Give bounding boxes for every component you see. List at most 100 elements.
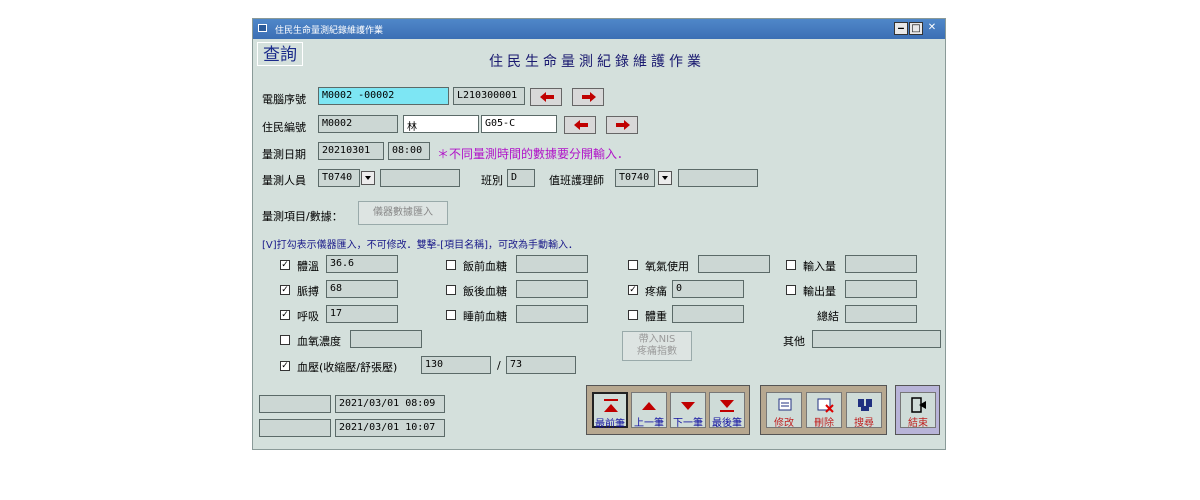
edit-button[interactable]: 修改 xyxy=(766,392,802,429)
resident-bed-field[interactable]: G05-C xyxy=(481,115,557,133)
page-title: 住民生命量測紀錄維護作業 xyxy=(489,54,705,70)
weight-field[interactable] xyxy=(672,305,744,323)
import-button[interactable]: 儀器數據匯入 xyxy=(358,201,448,225)
serial-code-field[interactable]: L210300001 xyxy=(453,87,525,105)
bedtime-label[interactable]: 睡前血糖 xyxy=(463,308,507,324)
staff-dropdown-button[interactable] xyxy=(361,171,375,185)
bp-systolic-field[interactable]: 130 xyxy=(421,356,491,374)
exit-icon xyxy=(911,397,926,413)
serial-next-button[interactable] xyxy=(572,88,604,106)
nurse-name-field[interactable] xyxy=(678,169,758,187)
measure-date-label: 量測日期 xyxy=(262,148,306,161)
first-record-button[interactable]: 最前筆 xyxy=(592,392,628,430)
temp-field[interactable]: 36.6 xyxy=(326,255,398,273)
last-record-icon xyxy=(720,400,734,412)
query-mode-label: 查詢 xyxy=(257,42,303,66)
resident-name-field[interactable]: 林 xyxy=(403,115,479,133)
record-nav-group: 最前筆 上一筆 下一筆 最後筆 xyxy=(586,385,750,435)
other-label: 其他 xyxy=(783,335,805,348)
pulse-field[interactable]: 68 xyxy=(326,280,398,298)
close-button[interactable]: ✕ xyxy=(925,22,939,35)
pain-label[interactable]: 疼痛 xyxy=(645,283,667,299)
post-meal-label[interactable]: 飯後血糖 xyxy=(463,283,507,299)
nurse-id-field[interactable]: T0740 xyxy=(615,169,655,187)
resident-label: 住民編號 xyxy=(262,121,306,134)
search-button[interactable]: 搜尋 xyxy=(846,392,882,429)
intake-label[interactable]: 輸入量 xyxy=(803,258,836,274)
measure-time-field[interactable]: 08:00 xyxy=(388,142,430,160)
other-field[interactable] xyxy=(812,330,941,348)
bp-diastolic-field[interactable]: 73 xyxy=(506,356,576,374)
title-bar: 住民生命量測紀錄維護作業 ‒ □ ✕ xyxy=(253,19,945,39)
weight-label[interactable]: 體重 xyxy=(645,308,667,324)
nurse-dropdown-button[interactable] xyxy=(658,171,672,185)
resident-id-field[interactable]: M0002 xyxy=(318,115,398,133)
pre-meal-checkbox[interactable] xyxy=(446,260,456,270)
created-by-field xyxy=(259,395,331,413)
nis-pain-button[interactable]: 帶入NIS 疼痛指數 xyxy=(622,331,692,361)
search-icon xyxy=(858,399,872,411)
measure-date-field[interactable]: 20210301 xyxy=(318,142,384,160)
bedtime-checkbox[interactable] xyxy=(446,310,456,320)
output-field[interactable] xyxy=(845,280,917,298)
pain-field[interactable]: 0 xyxy=(672,280,744,298)
bp-label[interactable]: 血壓(收縮壓/舒張壓) xyxy=(297,359,397,375)
intake-field[interactable] xyxy=(845,255,917,273)
intake-checkbox[interactable] xyxy=(786,260,796,270)
resident-next-button[interactable] xyxy=(606,116,638,134)
exit-button[interactable]: 結束 xyxy=(900,392,936,429)
pre-meal-field[interactable] xyxy=(516,255,588,273)
serial-prev-button[interactable] xyxy=(530,88,562,106)
next-record-label: 下一筆 xyxy=(673,418,703,429)
post-meal-checkbox[interactable] xyxy=(446,285,456,295)
resp-checkbox[interactable]: ✓ xyxy=(280,310,290,320)
temp-checkbox[interactable]: ✓ xyxy=(280,260,290,270)
pulse-label[interactable]: 脈搏 xyxy=(297,283,319,299)
window-title: 住民生命量測紀錄維護作業 xyxy=(275,26,384,36)
prev-record-button[interactable]: 上一筆 xyxy=(631,392,667,429)
resp-field[interactable]: 17 xyxy=(326,305,398,323)
post-meal-field[interactable] xyxy=(516,280,588,298)
serial-field[interactable]: M0002 -00002 xyxy=(318,87,449,105)
staff-id-field[interactable]: T0740 xyxy=(318,169,360,187)
resp-label[interactable]: 呼吸 xyxy=(297,308,319,324)
minimize-button[interactable]: ‒ xyxy=(894,22,908,35)
total-field[interactable] xyxy=(845,305,917,323)
pre-meal-label[interactable]: 飯前血糖 xyxy=(463,258,507,274)
last-record-button[interactable]: 最後筆 xyxy=(709,392,745,429)
oxygen-checkbox[interactable] xyxy=(628,260,638,270)
main-window: 住民生命量測紀錄維護作業 ‒ □ ✕ 查詢 住民生命量測紀錄維護作業 電腦序號 … xyxy=(252,18,946,450)
modified-time-field: 2021/03/01 10:07 xyxy=(335,419,445,437)
shift-label: 班別 xyxy=(481,174,503,187)
nurse-label: 值班護理師 xyxy=(549,174,604,187)
spo2-field[interactable] xyxy=(350,330,422,348)
temp-label[interactable]: 體溫 xyxy=(297,258,319,274)
output-checkbox[interactable] xyxy=(786,285,796,295)
bp-checkbox[interactable]: ✓ xyxy=(280,361,290,371)
spo2-label[interactable]: 血氧濃度 xyxy=(297,333,341,349)
oxygen-field[interactable] xyxy=(698,255,770,273)
oxygen-label[interactable]: 氧氣使用 xyxy=(645,258,689,274)
bedtime-field[interactable] xyxy=(516,305,588,323)
created-time-field: 2021/03/01 08:09 xyxy=(335,395,445,413)
resident-prev-button[interactable] xyxy=(564,116,596,134)
exit-label: 結束 xyxy=(908,418,928,429)
next-record-button[interactable]: 下一筆 xyxy=(670,392,706,429)
staff-name-field[interactable] xyxy=(380,169,460,187)
first-record-icon xyxy=(604,399,618,412)
pulse-checkbox[interactable]: ✓ xyxy=(280,285,290,295)
spo2-checkbox[interactable] xyxy=(280,335,290,345)
chevron-down-icon xyxy=(365,176,371,180)
last-record-label: 最後筆 xyxy=(712,418,742,429)
delete-button[interactable]: 刪除 xyxy=(806,392,842,429)
maximize-button[interactable]: □ xyxy=(909,22,923,35)
output-label[interactable]: 輸出量 xyxy=(803,283,836,299)
delete-icon xyxy=(817,398,834,413)
shift-field[interactable]: D xyxy=(507,169,535,187)
pain-checkbox[interactable]: ✓ xyxy=(628,285,638,295)
arrow-right-icon xyxy=(616,120,630,130)
weight-checkbox[interactable] xyxy=(628,310,638,320)
chevron-down-icon xyxy=(662,176,668,180)
measure-hint: ＊不同量測時間的數據要分開輸入． xyxy=(437,147,630,161)
prev-record-label: 上一筆 xyxy=(634,418,664,429)
